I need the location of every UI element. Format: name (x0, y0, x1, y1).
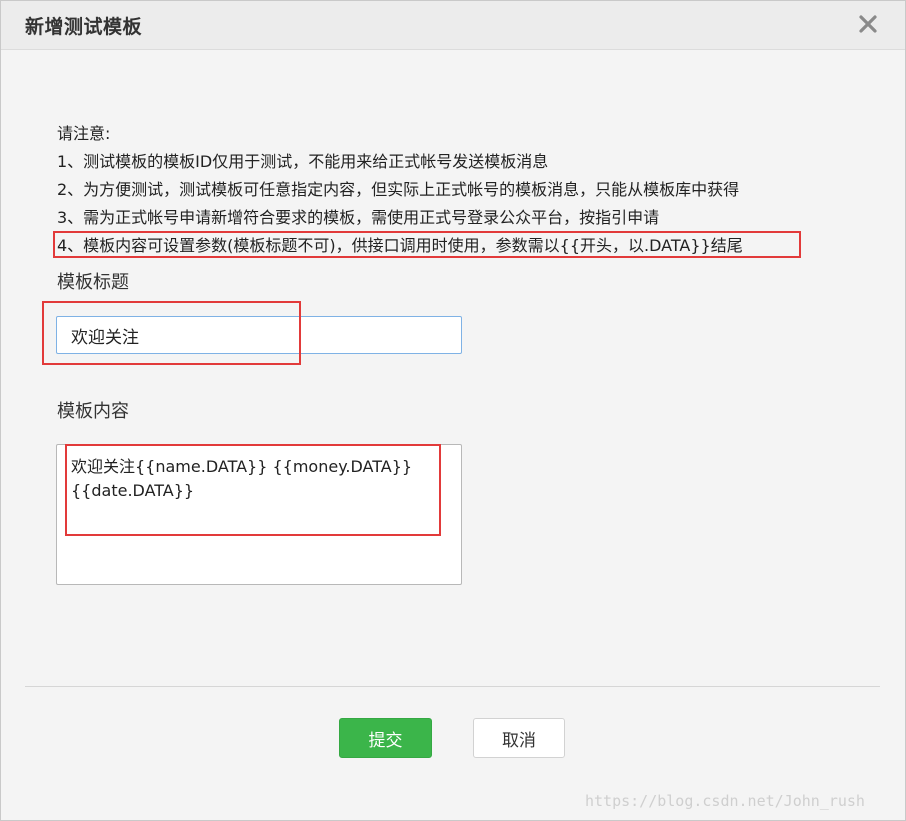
notice-item-3: 3、需为正式帐号申请新增符合要求的模板，需使用正式号登录公众平台，按指引申请 (57, 208, 660, 227)
notice-item-4: 4、模板内容可设置参数(模板标题不可)，供接口调用时使用，参数需以{{开头，以.… (57, 236, 743, 255)
notice-item-1: 1、测试模板的模板ID仅用于测试，不能用来给正式帐号发送模板消息 (57, 152, 549, 171)
template-content-textarea[interactable]: 欢迎关注{{name.DATA}} {{money.DATA}} {{date.… (56, 444, 462, 585)
template-title-label: 模板标题 (57, 272, 129, 293)
submit-button[interactable]: 提交 (339, 718, 432, 758)
test-template-dialog: 新增测试模板 请注意: 1、测试模板的模板ID仅用于测试，不能用来给正式帐号发送… (0, 0, 906, 821)
template-content-label: 模板内容 (57, 401, 129, 422)
notice-block: 请注意: 1、测试模板的模板ID仅用于测试，不能用来给正式帐号发送模板消息 2、… (57, 120, 743, 260)
notice-item-2: 2、为方便测试，测试模板可任意指定内容，但实际上正式帐号的模板消息，只能从模板库… (57, 180, 740, 199)
dialog-title: 新增测试模板 (25, 16, 143, 38)
footer-divider (25, 686, 880, 687)
watermark-text: https://blog.csdn.net/John_rush (585, 792, 865, 810)
cancel-button[interactable]: 取消 (473, 718, 565, 758)
close-icon[interactable] (855, 11, 881, 37)
dialog-header: 新增测试模板 (1, 1, 905, 50)
notice-heading: 请注意: (57, 124, 111, 143)
template-title-input[interactable] (56, 316, 462, 354)
